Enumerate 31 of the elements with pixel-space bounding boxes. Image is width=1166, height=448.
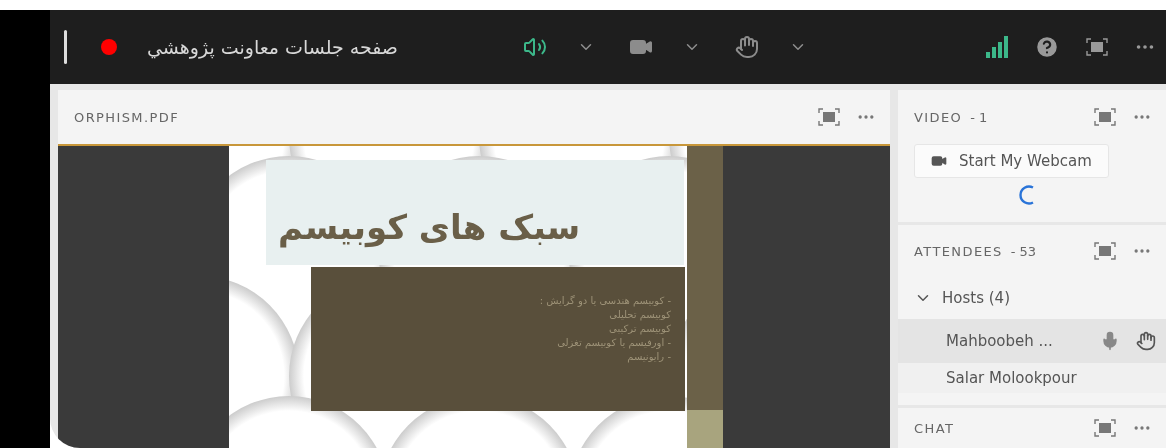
slide-title: سبک های کوبیسم	[278, 206, 581, 247]
attendee-row[interactable]: Mahboobeh ...	[898, 319, 1166, 363]
fullscreen-icon[interactable]	[1094, 108, 1116, 126]
fullscreen-icon[interactable]	[1086, 38, 1108, 56]
slide-side-strip	[687, 410, 723, 448]
fullscreen-icon[interactable]	[1094, 242, 1116, 260]
pod-title: ATTENDEES	[914, 243, 1003, 259]
help-icon[interactable]	[1034, 34, 1060, 60]
pod-title: ORPHISM.PDF	[74, 109, 180, 125]
fullscreen-icon[interactable]	[1094, 419, 1116, 437]
start-webcam-button[interactable]: Start My Webcam	[914, 144, 1109, 178]
attendee-name: Mahboobeh ...	[946, 332, 1054, 350]
pod-count: - 1	[970, 109, 988, 125]
slide-text-line: - رایونیسم	[627, 351, 671, 362]
meeting-title: صفحه جلسات معاونت پژوهشي	[147, 36, 398, 58]
drag-handle[interactable]	[64, 30, 67, 64]
slide-text-line: کوبیسم ترکیبی	[609, 323, 671, 334]
attendee-row[interactable]: Salar Molookpour	[898, 363, 1166, 393]
slide-text-line: - کوبیسم هندسی یا دو گرایش :	[539, 295, 671, 306]
hand-icon[interactable]	[735, 35, 759, 59]
attendee-group-toggle[interactable]: Hosts (4)	[898, 277, 1166, 319]
speaker-icon[interactable]	[523, 35, 547, 59]
pod-count: - 53	[1010, 243, 1037, 259]
fullscreen-icon[interactable]	[818, 108, 840, 126]
signal-bars-icon[interactable]	[986, 36, 1008, 58]
slide-text-line: - اورفیسم یا کوبیسم تغزلی	[557, 337, 671, 348]
camera-icon	[931, 153, 947, 169]
pod-title: VIDEO	[914, 109, 963, 125]
attendee-name: Salar Molookpour	[946, 369, 1078, 387]
slide-text-line: کوبیسم تحلیلی	[609, 309, 671, 320]
pod-title: CHAT	[914, 420, 955, 436]
